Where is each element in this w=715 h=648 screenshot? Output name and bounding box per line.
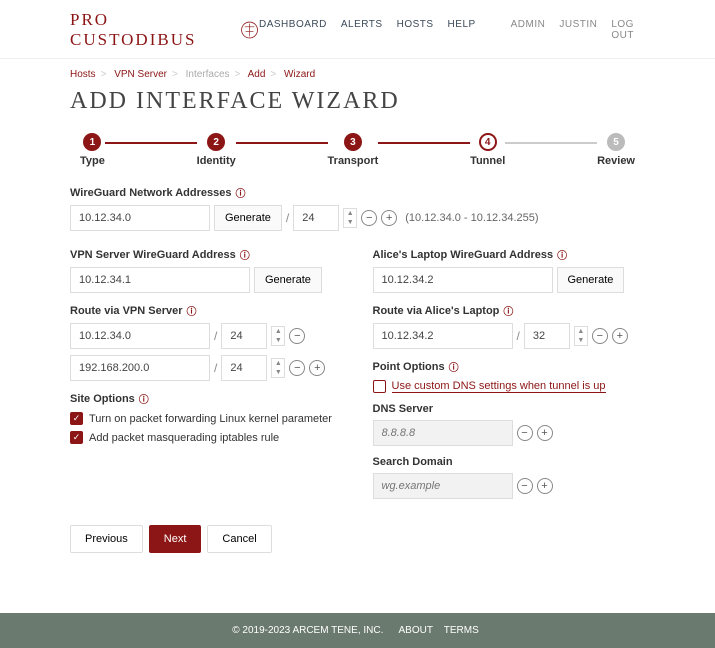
mask-spinner[interactable]: ▲▼ bbox=[574, 326, 588, 346]
help-icon[interactable]: ⓘ bbox=[449, 359, 459, 374]
step-3-dot[interactable]: 3 bbox=[344, 133, 362, 151]
help-icon[interactable]: ⓘ bbox=[236, 185, 246, 200]
route-vpn-2-mask[interactable] bbox=[221, 355, 267, 381]
vpn-address-input[interactable] bbox=[70, 267, 250, 293]
add-route-button[interactable]: + bbox=[309, 360, 325, 376]
route-vpn-1-input[interactable] bbox=[70, 323, 210, 349]
laptop-address-input[interactable] bbox=[373, 267, 553, 293]
mask-spinner[interactable]: ▲▼ bbox=[271, 326, 285, 346]
crumb-add[interactable]: Add bbox=[248, 69, 266, 80]
step-5-dot[interactable]: 5 bbox=[607, 133, 625, 151]
crumb-hosts[interactable]: Hosts bbox=[70, 69, 96, 80]
crumb-interfaces: Interfaces bbox=[186, 69, 230, 80]
vpn-address-label: VPN Server WireGuard Address bbox=[70, 249, 236, 261]
help-icon[interactable]: ⓘ bbox=[139, 391, 149, 406]
nav-logout[interactable]: LOG OUT bbox=[611, 19, 645, 41]
masq-label: Add packet masquerading iptables rule bbox=[89, 432, 279, 444]
dns-server-label: DNS Server bbox=[373, 403, 434, 415]
mask-spinner[interactable]: ▲▼ bbox=[343, 208, 357, 228]
breadcrumb: Hosts> VPN Server> Interfaces> Add> Wiza… bbox=[70, 69, 645, 80]
add-route-button[interactable]: + bbox=[612, 328, 628, 344]
step-4-dot[interactable]: 4 bbox=[479, 133, 497, 151]
route-laptop-input[interactable] bbox=[373, 323, 513, 349]
add-network-button[interactable]: + bbox=[381, 210, 397, 226]
nav-help[interactable]: HELP bbox=[448, 19, 476, 41]
stepper: 1Type 2Identity 3Transport 4Tunnel 5Revi… bbox=[70, 133, 645, 167]
help-icon[interactable]: ⓘ bbox=[557, 247, 567, 262]
site-options-label: Site Options bbox=[70, 393, 135, 405]
help-icon[interactable]: ⓘ bbox=[503, 303, 513, 318]
network-range: (10.12.34.0 - 10.12.34.255) bbox=[405, 212, 538, 224]
custom-dns-label: Use custom DNS settings when tunnel is u… bbox=[392, 380, 606, 393]
laptop-address-label: Alice's Laptop WireGuard Address bbox=[373, 249, 554, 261]
pkt-fwd-checkbox[interactable]: ✓ bbox=[70, 412, 83, 425]
route-vpn-1-mask[interactable] bbox=[221, 323, 267, 349]
pkt-fwd-label: Turn on packet forwarding Linux kernel p… bbox=[89, 413, 332, 425]
generate-laptop-button[interactable]: Generate bbox=[557, 267, 625, 293]
step-1-dot[interactable]: 1 bbox=[83, 133, 101, 151]
dns-server-input bbox=[373, 420, 513, 446]
route-vpn-2-input[interactable] bbox=[70, 355, 210, 381]
search-domain-input bbox=[373, 473, 513, 499]
add-search-button[interactable]: + bbox=[537, 478, 553, 494]
remove-network-button[interactable]: − bbox=[361, 210, 377, 226]
remove-route-button[interactable]: − bbox=[289, 360, 305, 376]
brand-icon bbox=[240, 20, 259, 40]
brand[interactable]: PRO CUSTODIBUS bbox=[70, 10, 259, 50]
crumb-vpn[interactable]: VPN Server bbox=[114, 69, 167, 80]
network-mask-input[interactable] bbox=[293, 205, 339, 231]
footer-terms[interactable]: TERMS bbox=[444, 625, 479, 636]
footer: © 2019-2023 ARCEM TENE, INC. ABOUT TERMS bbox=[0, 613, 715, 648]
next-button[interactable]: Next bbox=[149, 525, 202, 553]
previous-button[interactable]: Previous bbox=[70, 525, 143, 553]
generate-network-button[interactable]: Generate bbox=[214, 205, 282, 231]
nav-admin[interactable]: ADMIN bbox=[511, 19, 546, 41]
copyright: © 2019-2023 ARCEM TENE, INC. bbox=[232, 625, 383, 636]
network-address-input[interactable] bbox=[70, 205, 210, 231]
nav-hosts[interactable]: HOSTS bbox=[397, 19, 434, 41]
route-laptop-mask[interactable] bbox=[524, 323, 570, 349]
page-title: ADD INTERFACE WIZARD bbox=[70, 88, 645, 115]
remove-search-button[interactable]: − bbox=[517, 478, 533, 494]
crumb-wizard[interactable]: Wizard bbox=[284, 69, 315, 80]
cancel-button[interactable]: Cancel bbox=[207, 525, 271, 553]
nav-user[interactable]: JUSTIN bbox=[559, 19, 597, 41]
remove-route-button[interactable]: − bbox=[592, 328, 608, 344]
help-icon[interactable]: ⓘ bbox=[187, 303, 197, 318]
masq-checkbox[interactable]: ✓ bbox=[70, 431, 83, 444]
generate-vpn-button[interactable]: Generate bbox=[254, 267, 322, 293]
route-vpn-label: Route via VPN Server bbox=[70, 305, 183, 317]
search-domain-label: Search Domain bbox=[373, 456, 453, 468]
network-addresses-label: WireGuard Network Addresses bbox=[70, 187, 232, 199]
step-2-dot[interactable]: 2 bbox=[207, 133, 225, 151]
nav-dashboard[interactable]: DASHBOARD bbox=[259, 19, 327, 41]
custom-dns-checkbox[interactable] bbox=[373, 380, 386, 393]
footer-about[interactable]: ABOUT bbox=[399, 625, 433, 636]
help-icon[interactable]: ⓘ bbox=[240, 247, 250, 262]
remove-route-button[interactable]: − bbox=[289, 328, 305, 344]
remove-dns-button[interactable]: − bbox=[517, 425, 533, 441]
point-options-label: Point Options bbox=[373, 361, 445, 373]
mask-spinner[interactable]: ▲▼ bbox=[271, 358, 285, 378]
nav-alerts[interactable]: ALERTS bbox=[341, 19, 383, 41]
route-laptop-label: Route via Alice's Laptop bbox=[373, 305, 500, 317]
add-dns-button[interactable]: + bbox=[537, 425, 553, 441]
